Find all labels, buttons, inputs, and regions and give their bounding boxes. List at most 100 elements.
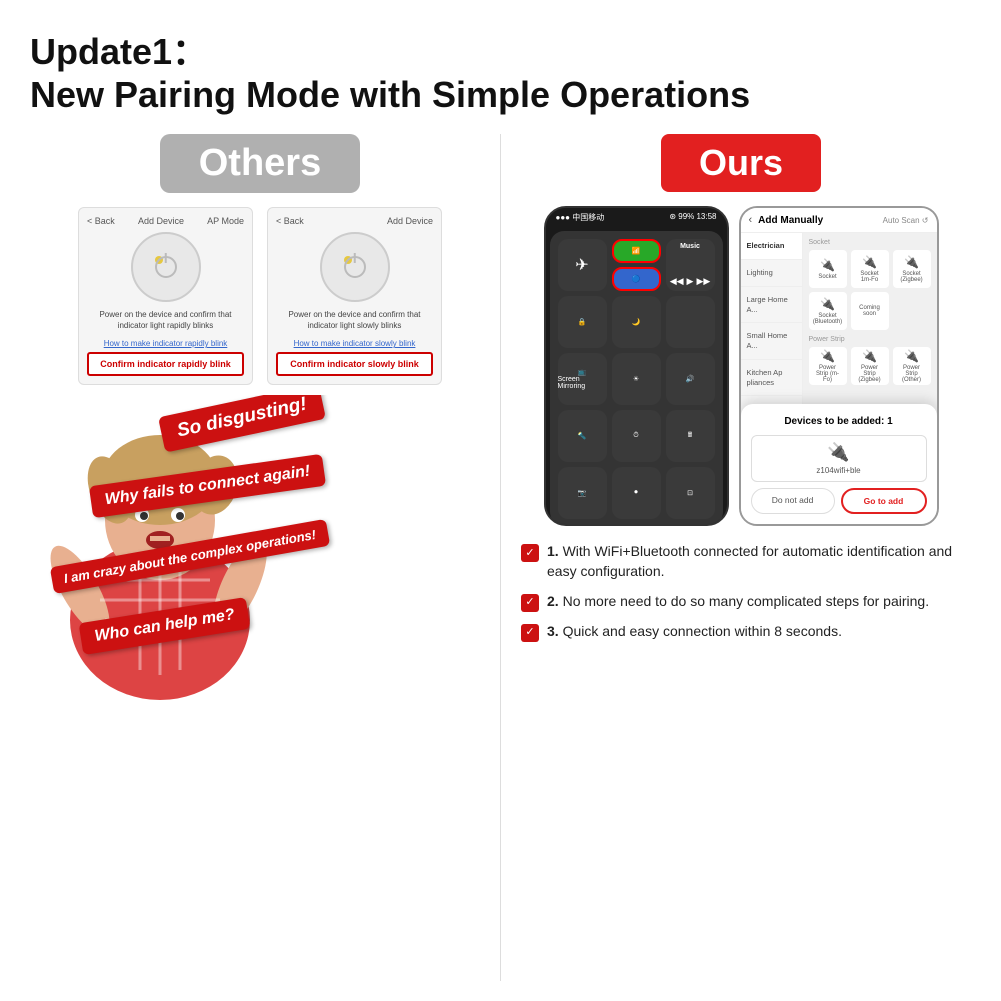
tuya-nav-kitchen[interactable]: Kitchen Ap pliances — [741, 360, 802, 397]
ios-status-bar: ●●● 中国移动 ⊛ 99% 13:58 — [546, 208, 727, 227]
ios-calc-btn[interactable]: 🖩 — [666, 410, 715, 462]
ios-camera-btn[interactable]: 📷 — [558, 467, 607, 519]
ios-control-center: ✈ 📶 🔵 Music — [550, 231, 723, 526]
card1-header: < Back Add Device AP Mode — [87, 216, 244, 226]
camera-icon: 📷 — [578, 489, 587, 497]
tuya-device-preview: 🔌 z104wifi+ble — [751, 435, 927, 482]
ios-music-btn[interactable]: Music ◀◀ ▶ ▶▶ — [666, 239, 715, 291]
socket-zigbee-icon: 🔌 — [904, 255, 919, 269]
tuya-power-strip-label: Power Strip — [809, 336, 931, 343]
ios-scan-btn[interactable]: ⊡ — [666, 467, 715, 519]
tuya-preview-icon: 🔌 — [758, 442, 920, 463]
feature-item-2: ✓ 2. No more need to do so many complica… — [521, 592, 961, 612]
ios-phone: ●●● 中国移动 ⊛ 99% 13:58 ✈ 📶 — [544, 206, 729, 526]
feature-item-1: ✓ 1. With WiFi+Bluetooth connected for a… — [521, 542, 961, 581]
ios-airplane-btn[interactable]: ✈ — [558, 239, 607, 291]
tuya-phone: ‹ Add Manually Auto Scan ↺ Electrician L… — [739, 206, 939, 526]
phones-row: ●●● 中国移动 ⊛ 99% 13:58 ✈ 📶 — [511, 206, 971, 526]
record-icon: ⏺ — [634, 489, 638, 497]
others-label: Others — [199, 142, 321, 184]
ios-brightness-btn[interactable]: ☀ — [612, 353, 661, 405]
tuya-nav-lighting[interactable]: Lighting — [741, 260, 802, 287]
left-panel: Others < Back Add Device AP Mode Power o… — [30, 134, 490, 981]
card2-back: < Back — [276, 216, 304, 226]
check-icon-2: ✓ — [521, 594, 539, 612]
tuya-power-strip-3[interactable]: 🔌 Power Strip (Other) — [893, 347, 931, 385]
ios-moon-btn[interactable]: 🌙 — [612, 296, 661, 348]
card2-confirm-btn[interactable]: Confirm indicator slowly blink — [276, 352, 433, 376]
card2-header: < Back Add Device — [276, 216, 433, 226]
tuya-power-strip-2[interactable]: 🔌 Power Strip (Zigbee) — [851, 347, 889, 385]
tuya-device-socket-1m[interactable]: 🔌 Socket 1m-Fo — [851, 250, 889, 288]
device-card-2: < Back Add Device Power on the device an… — [267, 207, 442, 385]
power-icon-2 — [344, 256, 366, 278]
tuya-nav-electrician[interactable]: Electrician — [741, 233, 802, 260]
card2-link[interactable]: How to make indicator slowly blink — [276, 339, 433, 348]
tuya-dialog-buttons: Do not add Go to add — [751, 488, 927, 514]
header: Update1： New Pairing Mode with Simple Op… — [30, 30, 971, 116]
tuya-back-btn[interactable]: ‹ — [749, 214, 753, 226]
tuya-device-socket-zigbee[interactable]: 🔌 Socket (Zigbee) — [893, 250, 931, 288]
volume-icon: 🔊 — [686, 375, 695, 383]
bt-icon: 🔵 — [632, 275, 641, 283]
device-circle-2 — [320, 232, 390, 302]
brightness-icon: ☀ — [633, 375, 639, 383]
tuya-dialog-title: Devices to be added: 1 — [751, 416, 927, 427]
ios-bt-btn[interactable]: 🔵 — [612, 267, 661, 291]
tuya-socket-label: Socket — [809, 239, 931, 246]
timer-icon: ⏱ — [633, 432, 638, 440]
tuya-autoscan[interactable]: Auto Scan ↺ — [883, 216, 929, 225]
frustrated-area: So disgusting! Why fails to connect agai… — [30, 395, 490, 705]
power-strip-zigbee-icon: 🔌 — [862, 349, 877, 363]
feature-text-3: 3. Quick and easy connection within 8 se… — [547, 622, 961, 642]
tuya-device-coming-soon: Coming soon — [851, 292, 889, 330]
lock-icon: 🔒 — [578, 318, 587, 326]
moon-icon: 🌙 — [632, 318, 641, 326]
device-steps: < Back Add Device AP Mode Power on the d… — [30, 207, 490, 385]
card1-back: < Back — [87, 216, 115, 226]
ios-wifi-btn[interactable]: 📶 — [612, 239, 661, 263]
socket-icon: 🔌 — [820, 258, 835, 272]
check-icon-3: ✓ — [521, 624, 539, 642]
card1-link[interactable]: How to make indicator rapidly blink — [87, 339, 244, 348]
tuya-nav-large-home[interactable]: Large Home A... — [741, 287, 802, 324]
do-not-add-btn[interactable]: Do not add — [751, 488, 835, 514]
feature-item-3: ✓ 3. Quick and easy connection within 8 … — [521, 622, 961, 642]
card2-text: Power on the device and confirm that ind… — [276, 310, 433, 331]
tuya-power-strip-grid: 🔌 Power Strip (m-Fo) 🔌 Power Strip (Zigb… — [809, 347, 931, 385]
card1-apmode: AP Mode — [207, 216, 244, 226]
socket-bt-icon: 🔌 — [820, 297, 835, 311]
tuya-device-socket[interactable]: 🔌 Socket — [809, 250, 847, 288]
tuya-power-strip-1[interactable]: 🔌 Power Strip (m-Fo) — [809, 347, 847, 385]
ios-timer-btn[interactable]: ⏱ — [612, 410, 661, 462]
tuya-add-dialog: Devices to be added: 1 🔌 z104wifi+ble Do… — [741, 404, 937, 524]
tuya-nav-small-home[interactable]: Small Home A... — [741, 323, 802, 360]
card1-title: Add Device — [138, 216, 184, 226]
device-card-1: < Back Add Device AP Mode Power on the d… — [78, 207, 253, 385]
feature-text-1: 1. With WiFi+Bluetooth connected for aut… — [547, 542, 961, 581]
feature-text-2: 2. No more need to do so many complicate… — [547, 592, 961, 612]
right-panel: Ours ●●● 中国移动 ⊛ 99% 13:58 ✈ — [511, 134, 971, 981]
go-to-add-btn[interactable]: Go to add — [841, 488, 927, 514]
ios-record-btn[interactable]: ⏺ — [612, 467, 661, 519]
screen-mirror-icon: 📺 — [578, 368, 587, 376]
ours-badge: Ours — [661, 134, 821, 192]
ios-torch-btn[interactable]: 🔦 — [558, 410, 607, 462]
ios-lock-btn[interactable]: 🔒 — [558, 296, 607, 348]
power-strip-other-icon: 🔌 — [904, 349, 919, 363]
others-badge: Others — [160, 134, 360, 193]
section-divider — [500, 134, 501, 981]
ios-volume-btn[interactable]: 🔊 — [666, 353, 715, 405]
ours-label: Ours — [699, 142, 783, 183]
tuya-device-socket-bt[interactable]: 🔌 Socket (Bluetooth) — [809, 292, 847, 330]
ios-empty-btn — [666, 296, 715, 348]
tuya-header: ‹ Add Manually Auto Scan ↺ — [741, 208, 937, 233]
tuya-app-title: Add Manually — [758, 215, 823, 226]
title-line2: New Pairing Mode with Simple Operations — [30, 73, 971, 116]
ios-screen-mirror-btn[interactable]: 📺 Screen Mirroring — [558, 353, 607, 405]
card1-confirm-btn[interactable]: Confirm indicator rapidly blink — [87, 352, 244, 376]
calc-icon: 🖩 — [688, 431, 692, 442]
wifi-icon: 📶 — [632, 247, 641, 255]
socket-1m-icon: 🔌 — [862, 255, 877, 269]
card1-text: Power on the device and confirm that ind… — [87, 310, 244, 331]
